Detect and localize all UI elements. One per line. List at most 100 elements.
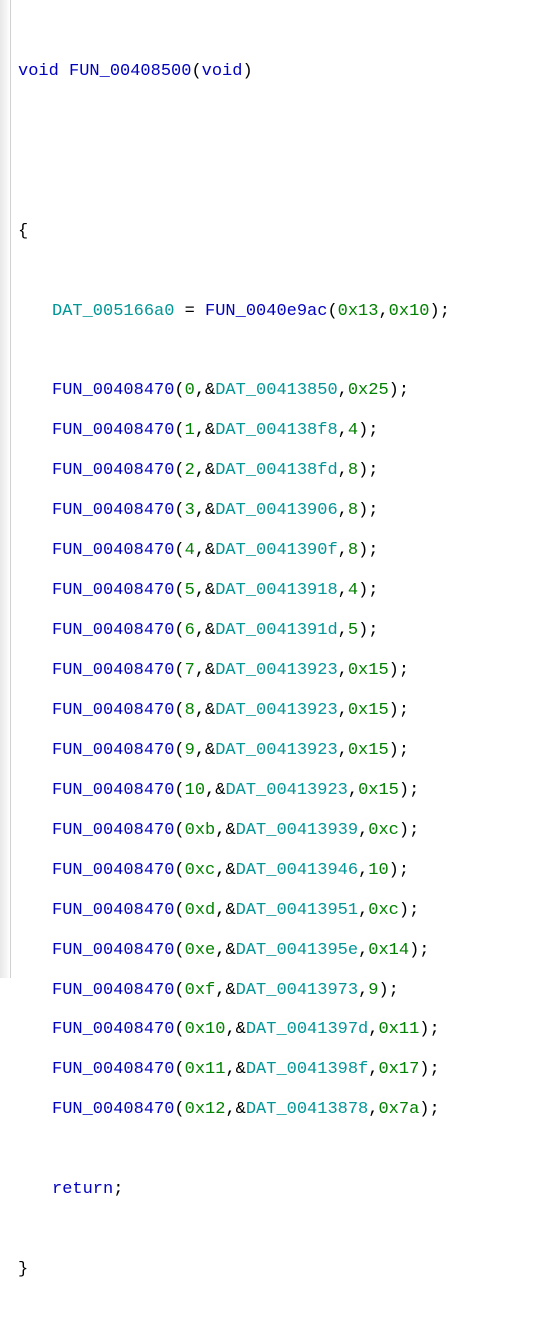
arg1: 8 (185, 701, 195, 720)
arg1: 0x11 (185, 1060, 226, 1079)
assign-fn: FUN_0040e9ac (205, 302, 327, 321)
arg3: 8 (348, 541, 358, 560)
arg1: 9 (185, 741, 195, 760)
call-line: FUN_00408470(7,&DAT_00413923,0x15); (18, 651, 552, 691)
call-fn: FUN_00408470 (52, 861, 174, 880)
function-name: FUN_00408500 (69, 62, 191, 81)
call-line: FUN_00408470(0xd,&DAT_00413951,0xc); (18, 891, 552, 931)
arg3: 8 (348, 501, 358, 520)
arg1: 0xc (185, 861, 216, 880)
arg2-dat: DAT_004138fd (215, 461, 337, 480)
arg1: 3 (185, 501, 195, 520)
call-fn: FUN_00408470 (52, 821, 174, 840)
call-fn: FUN_00408470 (52, 581, 174, 600)
arg1: 0xb (185, 821, 216, 840)
call-fn: FUN_00408470 (52, 541, 174, 560)
arg3: 0x15 (348, 741, 389, 760)
arg3: 0x11 (378, 1020, 419, 1039)
call-fn: FUN_00408470 (52, 501, 174, 520)
arg1: 5 (185, 581, 195, 600)
arg3: 0x7a (378, 1100, 419, 1119)
arg3: 0x14 (368, 941, 409, 960)
arg1: 0xf (185, 981, 216, 1000)
arg2-dat: DAT_004138f8 (215, 421, 337, 440)
call-fn: FUN_00408470 (52, 901, 174, 920)
call-fn: FUN_00408470 (52, 741, 174, 760)
call-line: FUN_00408470(5,&DAT_00413918,4); (18, 571, 552, 611)
call-fn: FUN_00408470 (52, 421, 174, 440)
arg2-dat: DAT_0041397d (246, 1020, 368, 1039)
arg3: 10 (368, 861, 388, 880)
arg2-dat: DAT_00413923 (215, 701, 337, 720)
arg3: 4 (348, 581, 358, 600)
arg3: 4 (348, 421, 358, 440)
call-fn: FUN_00408470 (52, 461, 174, 480)
call-fn: FUN_00408470 (52, 621, 174, 640)
call-fn: FUN_00408470 (52, 661, 174, 680)
call-line: FUN_00408470(0x10,&DAT_0041397d,0x11); (18, 1010, 552, 1050)
arg3: 0xc (368, 901, 399, 920)
arg2-dat: DAT_00413973 (236, 981, 358, 1000)
call-line: FUN_00408470(4,&DAT_0041390f,8); (18, 531, 552, 571)
call-line: FUN_00408470(0x11,&DAT_0041398f,0x17); (18, 1050, 552, 1090)
arg1: 2 (185, 461, 195, 480)
call-line: FUN_00408470(0xc,&DAT_00413946,10); (18, 851, 552, 891)
arg2-dat: DAT_00413878 (246, 1100, 368, 1119)
call-fn: FUN_00408470 (52, 1100, 174, 1119)
call-line: FUN_00408470(2,&DAT_004138fd,8); (18, 451, 552, 491)
arg3: 0x15 (358, 781, 399, 800)
arg2-dat: DAT_0041390f (215, 541, 337, 560)
arg2-dat: DAT_00413946 (236, 861, 358, 880)
arg2-dat: DAT_00413923 (215, 741, 337, 760)
arg3: 0x15 (348, 661, 389, 680)
call-line: FUN_00408470(1,&DAT_004138f8,4); (18, 411, 552, 451)
signature-line: void FUN_00408500(void) (18, 52, 552, 92)
call-line: FUN_00408470(6,&DAT_0041391d,5); (18, 611, 552, 651)
call-line: FUN_00408470(0xb,&DAT_00413939,0xc); (18, 811, 552, 851)
arg3: 0x17 (378, 1060, 419, 1079)
call-line: FUN_00408470(3,&DAT_00413906,8); (18, 491, 552, 531)
assign-line: DAT_005166a0 = FUN_0040e9ac(0x13,0x10); (18, 292, 552, 332)
arg3: 5 (348, 621, 358, 640)
arg1: 0xd (185, 901, 216, 920)
arg2-dat: DAT_00413923 (225, 781, 347, 800)
arg3: 0xc (368, 821, 399, 840)
assign-lhs: DAT_005166a0 (52, 302, 174, 321)
arg3: 8 (348, 461, 358, 480)
arg2-dat: DAT_00413906 (215, 501, 337, 520)
close-brace: } (18, 1250, 552, 1290)
call-line: FUN_00408470(10,&DAT_00413923,0x15); (18, 771, 552, 811)
arg3: 0x15 (348, 701, 389, 720)
arg1: 0x10 (185, 1020, 226, 1039)
arg2-dat: DAT_00413923 (215, 661, 337, 680)
call-line: FUN_00408470(0xe,&DAT_0041395e,0x14); (18, 931, 552, 971)
call-fn: FUN_00408470 (52, 1060, 174, 1079)
call-line: FUN_00408470(0x12,&DAT_00413878,0x7a); (18, 1090, 552, 1130)
arg1: 0xe (185, 941, 216, 960)
decompiler-listing: void FUN_00408500(void) { DAT_005166a0 =… (0, 0, 552, 1342)
blank-line (18, 132, 552, 172)
arg1: 6 (185, 621, 195, 640)
call-fn: FUN_00408470 (52, 981, 174, 1000)
call-line: FUN_00408470(0,&DAT_00413850,0x25); (18, 371, 552, 411)
arg1: 10 (185, 781, 205, 800)
arg1: 0 (185, 381, 195, 400)
arg2-dat: DAT_00413939 (236, 821, 358, 840)
call-line: FUN_00408470(8,&DAT_00413923,0x15); (18, 691, 552, 731)
arg2-dat: DAT_0041398f (246, 1060, 368, 1079)
arg3: 9 (368, 981, 378, 1000)
arg2-dat: DAT_00413918 (215, 581, 337, 600)
arg2-dat: DAT_0041395e (236, 941, 358, 960)
call-fn: FUN_00408470 (52, 381, 174, 400)
arg1: 7 (185, 661, 195, 680)
return-type: void (18, 62, 59, 81)
arg1: 0x12 (185, 1100, 226, 1119)
arg1: 1 (185, 421, 195, 440)
call-line: FUN_00408470(9,&DAT_00413923,0x15); (18, 731, 552, 771)
call-fn: FUN_00408470 (52, 1020, 174, 1039)
arg2-dat: DAT_0041391d (215, 621, 337, 640)
arg1: 4 (185, 541, 195, 560)
param-void: void (202, 62, 243, 81)
call-fn: FUN_00408470 (52, 941, 174, 960)
arg3: 0x25 (348, 381, 389, 400)
